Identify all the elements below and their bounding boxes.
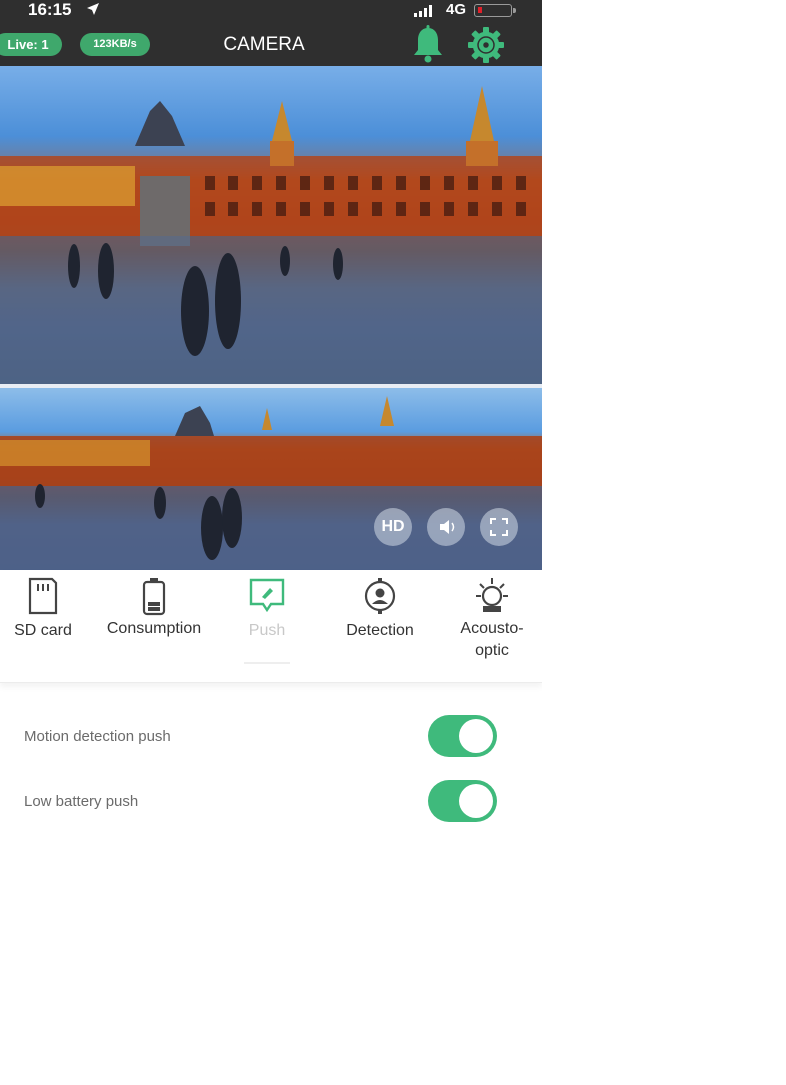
message-icon — [249, 578, 285, 613]
plaza-scene-image — [0, 86, 542, 384]
tab-acousto-optic[interactable]: Acousto-optic — [437, 570, 542, 676]
light-icon — [476, 578, 508, 612]
tab-consumption[interactable]: Consumption — [99, 570, 209, 676]
bitrate-badge: 123KB/s — [80, 33, 150, 56]
setting-label: Motion detection push — [24, 728, 171, 745]
tab-sd-card[interactable]: SD card — [0, 570, 98, 676]
feature-tabs: SD card Consumption Push Detection Acous… — [0, 570, 542, 683]
hd-button[interactable]: HD — [374, 508, 412, 546]
motion-detection-push-toggle[interactable] — [428, 715, 497, 757]
tab-push[interactable]: Push — [212, 570, 322, 676]
location-arrow-icon — [87, 3, 99, 15]
tab-label: SD card — [14, 622, 72, 639]
tab-label: Detection — [346, 622, 414, 639]
signal-icon — [414, 5, 432, 17]
sd-card-icon — [28, 577, 58, 615]
gear-icon[interactable] — [466, 25, 506, 65]
tab-detection[interactable]: Detection — [325, 570, 435, 676]
low-battery-push-row: Low battery push — [0, 773, 542, 833]
toggle-knob — [459, 719, 493, 753]
toggle-knob — [459, 784, 493, 818]
speaker-icon — [440, 520, 455, 534]
setting-label: Low battery push — [24, 793, 139, 810]
fullscreen-icon — [490, 518, 508, 536]
status-bar: 16:15 4G — [0, 0, 542, 22]
network-type: 4G — [446, 1, 467, 18]
active-tab-indicator — [244, 662, 290, 664]
live-viewer-badge: Live: 1 — [0, 33, 62, 56]
app-header: Live: 1 123KB/s CAMERA — [0, 22, 542, 66]
status-time: 16:15 — [28, 0, 72, 19]
battery-icon — [142, 578, 166, 616]
page-title: CAMERA — [223, 34, 305, 55]
tab-label: Consumption — [106, 620, 202, 637]
bell-icon[interactable] — [410, 25, 446, 63]
battery-icon — [474, 4, 516, 17]
tab-label: Acousto-optic — [460, 620, 524, 659]
camera-feed-primary[interactable] — [0, 66, 542, 384]
camera-app: 16:15 4G Live: 1 123KB/s CAMERA HD SD ca… — [0, 0, 542, 1085]
low-battery-push-toggle[interactable] — [428, 780, 497, 822]
speaker-button[interactable] — [427, 508, 465, 546]
fullscreen-button[interactable] — [480, 508, 518, 546]
detection-icon — [364, 578, 396, 614]
motion-detection-push-row: Motion detection push — [0, 708, 542, 768]
tab-label: Push — [248, 622, 286, 639]
